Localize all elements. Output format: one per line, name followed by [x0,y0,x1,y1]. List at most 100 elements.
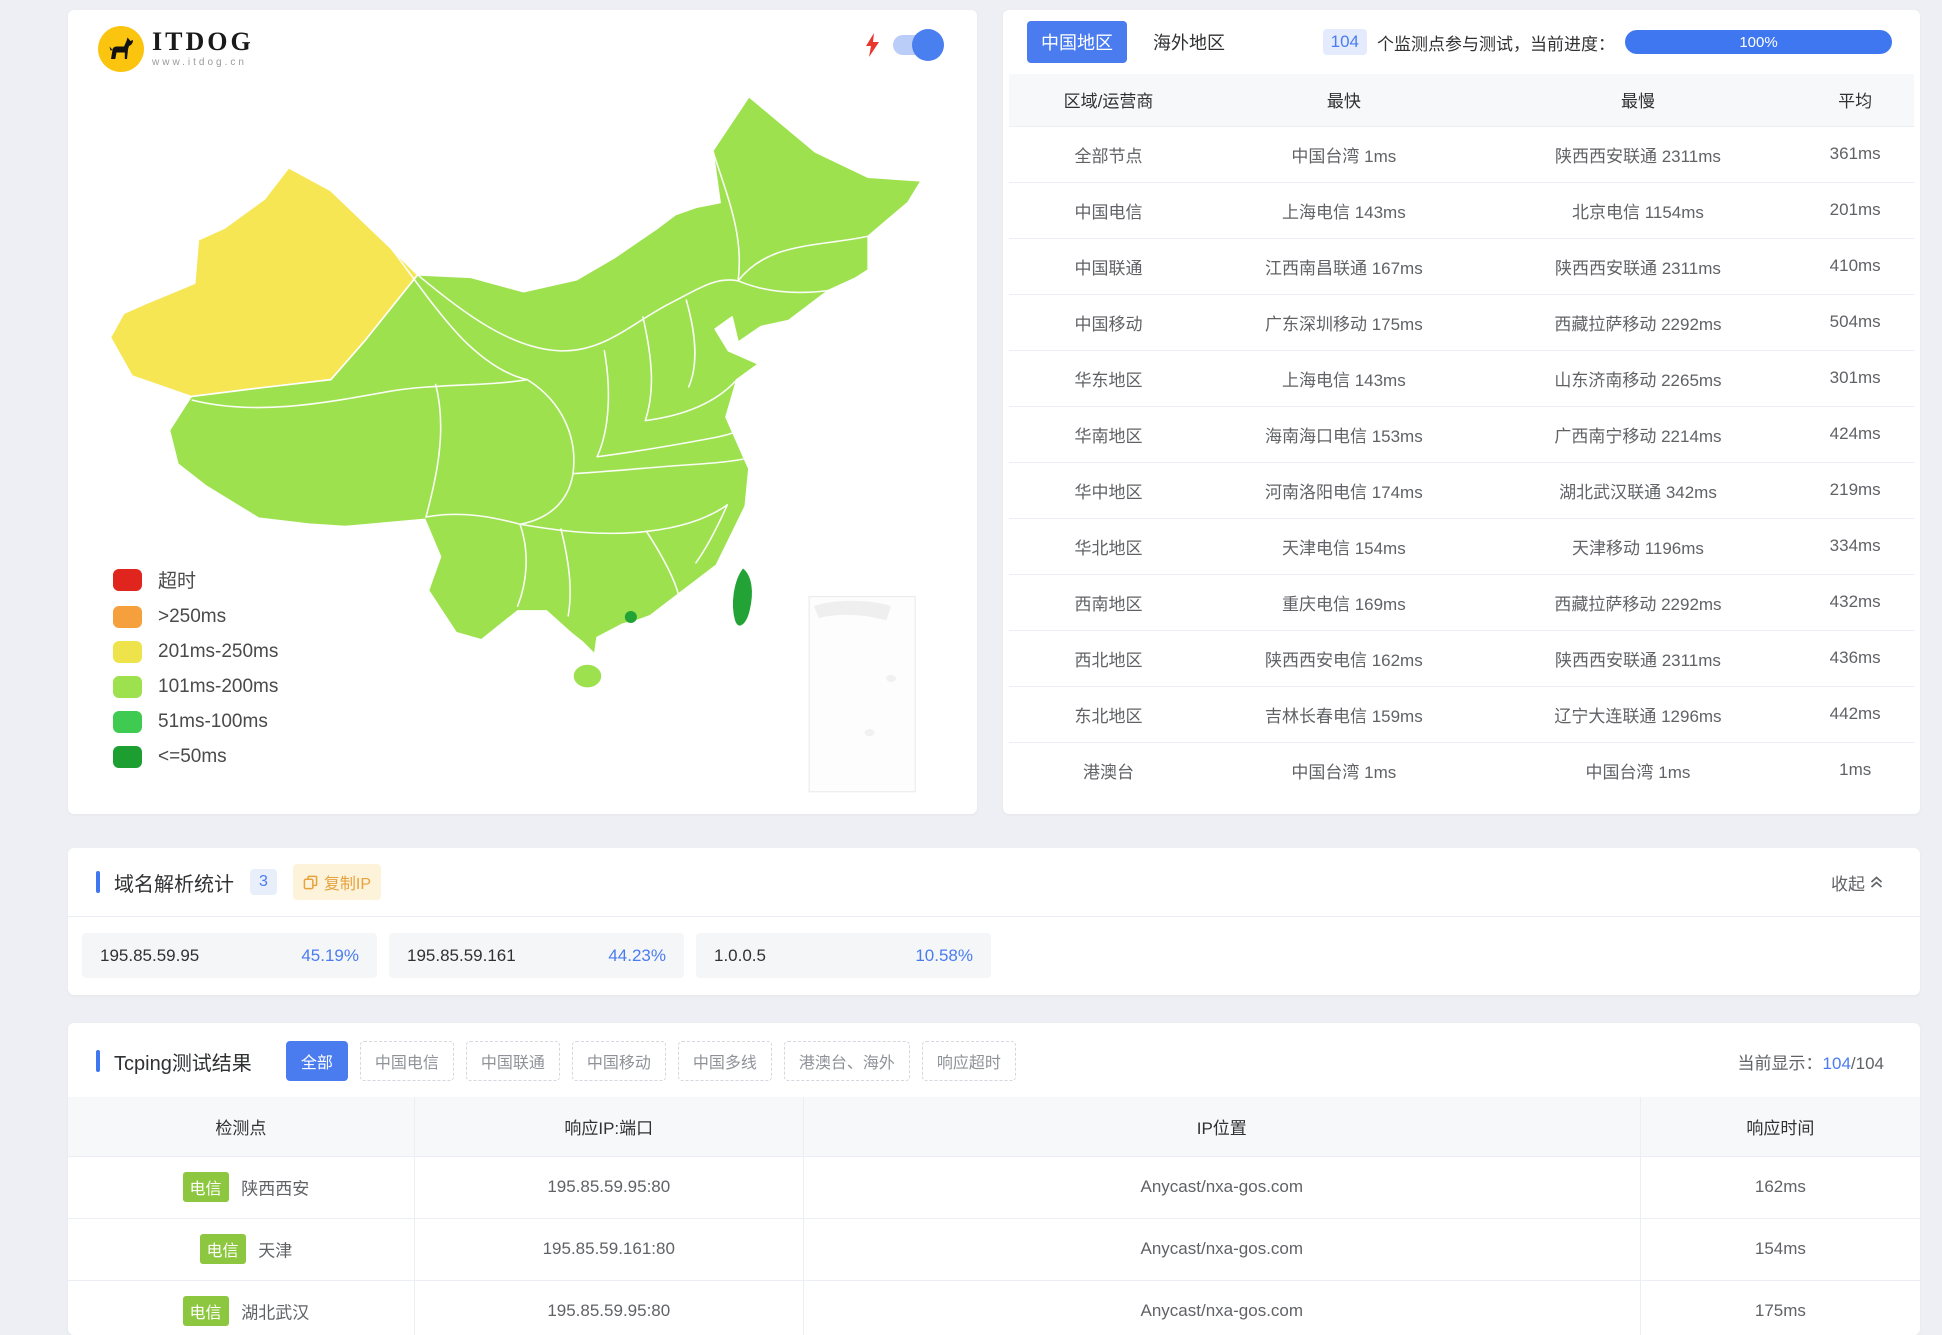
column-header: 平均 [1796,74,1914,126]
legend-row: <=50ms [113,746,278,768]
filter-button[interactable]: 中国移动 [572,1041,666,1081]
tab-overseas-region[interactable]: 海外地区 [1139,21,1239,63]
cell-average: 201ms [1796,182,1914,238]
carrier-badge: 电信 [200,1234,246,1264]
cell-region: 港澳台 [1009,742,1208,798]
filter-button[interactable]: 港澳台、海外 [784,1041,910,1081]
map-toggle-switch[interactable] [893,35,941,55]
table-row[interactable]: 华南地区 海南海口电信 153ms 广西南宁移动 2214ms 424ms [1009,406,1914,462]
table-row[interactable]: 电信 湖北武汉 195.85.59.95:80 Anycast/nxa-gos.… [68,1280,1920,1335]
cell-fastest: 广东深圳移动 175ms [1208,294,1480,350]
filter-button[interactable]: 响应超时 [922,1041,1016,1081]
filter-button[interactable]: 中国多线 [678,1041,772,1081]
display-count-total: /104 [1851,1054,1884,1073]
ip-address: 1.0.0.5 [714,946,766,966]
table-row[interactable]: 西南地区 重庆电信 169ms 西藏拉萨移动 2292ms 432ms [1009,574,1914,630]
tcping-table: 检测点响应IP:端口IP位置响应时间 电信 陕西西安 195.85.59.95:… [68,1097,1920,1335]
column-header: IP位置 [803,1097,1640,1156]
lightning-icon [863,32,881,58]
chevron-double-up-icon [1869,874,1884,890]
table-row[interactable]: 中国联通 江西南昌联通 167ms 陕西西安联通 2311ms 410ms [1009,238,1914,294]
legend-label: >250ms [158,606,226,628]
legend-row: >250ms [113,606,278,628]
filter-button[interactable]: 中国电信 [360,1041,454,1081]
toggle-knob [912,29,944,61]
legend-label: 101ms-200ms [158,676,278,698]
logo-title: ITDOG [152,30,254,54]
column-header: 最慢 [1480,74,1797,126]
tab-china-region[interactable]: 中国地区 [1027,21,1127,63]
latency-legend: 超时 >250ms 201ms-250ms 101ms-200ms [113,553,278,768]
legend-color-swatch [113,569,142,591]
cell-region: 华东地区 [1009,350,1208,406]
cell-fastest: 海南海口电信 153ms [1208,406,1480,462]
table-row[interactable]: 港澳台 中国台湾 1ms 中国台湾 1ms 1ms [1009,742,1914,798]
section-accent-bar [96,1050,100,1072]
cell-response-time: 162ms [1640,1156,1920,1218]
cell-slowest: 中国台湾 1ms [1480,742,1797,798]
cell-average: 410ms [1796,238,1914,294]
cell-region: 全部节点 [1009,126,1208,182]
cell-average: 1ms [1796,742,1914,798]
ip-percent: 10.58% [915,946,973,966]
table-row[interactable]: 中国移动 广东深圳移动 175ms 西藏拉萨移动 2292ms 504ms [1009,294,1914,350]
column-header: 区域/运营商 [1009,74,1208,126]
legend-color-swatch [113,641,142,663]
dog-logo-icon [98,26,144,72]
dog-silhouette-icon [105,33,137,65]
cell-ip-position: Anycast/nxa-gos.com [803,1218,1640,1280]
monitor-text: 个监测点参与测试，当前进度： [1377,30,1615,55]
legend-row: 超时 [113,566,278,593]
legend-row: 101ms-200ms [113,676,278,698]
legend-label: 201ms-250ms [158,641,278,663]
dns-ip-chip[interactable]: 195.85.59.161 44.23% [389,933,684,978]
copy-ip-button[interactable]: 复制IP [293,864,381,900]
table-row[interactable]: 华东地区 上海电信 143ms 山东济南移动 2265ms 301ms [1009,350,1914,406]
dns-ip-chip[interactable]: 195.85.59.95 45.19% [82,933,377,978]
cell-slowest: 天津移动 1196ms [1480,518,1797,574]
tcping-results-card: Tcping测试结果 全部 中国电信 中国联通 中国移动 中国多线 港澳台、海外… [68,1023,1920,1335]
cell-fastest: 中国台湾 1ms [1208,126,1480,182]
legend-label: 超时 [158,566,196,593]
cell-region: 中国联通 [1009,238,1208,294]
map-region-hongkong [625,611,637,623]
cell-slowest: 辽宁大连联通 1296ms [1480,686,1797,742]
cell-slowest: 陕西西安联通 2311ms [1480,126,1797,182]
copy-icon [303,875,318,890]
cell-average: 504ms [1796,294,1914,350]
node-location: 天津 [258,1242,292,1261]
cell-region: 中国移动 [1009,294,1208,350]
node-location: 陕西西安 [241,1180,309,1199]
filter-button[interactable]: 全部 [286,1041,348,1081]
table-row[interactable]: 东北地区 吉林长春电信 159ms 辽宁大连联通 1296ms 442ms [1009,686,1914,742]
monitor-count-badge: 104 [1323,29,1367,55]
legend-color-swatch [113,746,142,768]
tcping-header: Tcping测试结果 全部 中国电信 中国联通 中国移动 中国多线 港澳台、海外… [68,1023,1920,1097]
ip-address: 195.85.59.161 [407,946,516,966]
table-row[interactable]: 华中地区 河南洛阳电信 174ms 湖北武汉联通 342ms 219ms [1009,462,1914,518]
display-count-current: 104 [1823,1054,1851,1073]
south-china-sea-inset [809,597,915,792]
display-count: 当前显示：104/104 [1738,1049,1884,1074]
dns-stats-card: 域名解析统计 3 复制IP 收起 195.85.59.95 45.19% [68,848,1920,995]
cell-region: 华南地区 [1009,406,1208,462]
collapse-button[interactable]: 收起 [1831,870,1884,895]
cell-region: 西北地区 [1009,630,1208,686]
column-header: 检测点 [68,1097,414,1156]
legend-color-swatch [113,711,142,733]
table-row[interactable]: 西北地区 陕西西安电信 162ms 陕西西安联通 2311ms 436ms [1009,630,1914,686]
legend-color-swatch [113,676,142,698]
filter-button[interactable]: 中国联通 [466,1041,560,1081]
dns-ip-chip[interactable]: 1.0.0.5 10.58% [696,933,991,978]
table-row[interactable]: 华北地区 天津电信 154ms 天津移动 1196ms 334ms [1009,518,1914,574]
table-row[interactable]: 电信 陕西西安 195.85.59.95:80 Anycast/nxa-gos.… [68,1156,1920,1218]
table-row[interactable]: 中国电信 上海电信 143ms 北京电信 1154ms 201ms [1009,182,1914,238]
top-row: ITDOG www.itdog.cn [68,10,1920,814]
table-row[interactable]: 全部节点 中国台湾 1ms 陕西西安联通 2311ms 361ms [1009,126,1914,182]
cell-region: 华北地区 [1009,518,1208,574]
cell-fastest: 上海电信 143ms [1208,182,1480,238]
cell-ip-port: 195.85.59.161:80 [414,1218,803,1280]
table-row[interactable]: 电信 天津 195.85.59.161:80 Anycast/nxa-gos.c… [68,1218,1920,1280]
node-location: 湖北武汉 [241,1304,309,1323]
cell-average: 424ms [1796,406,1914,462]
